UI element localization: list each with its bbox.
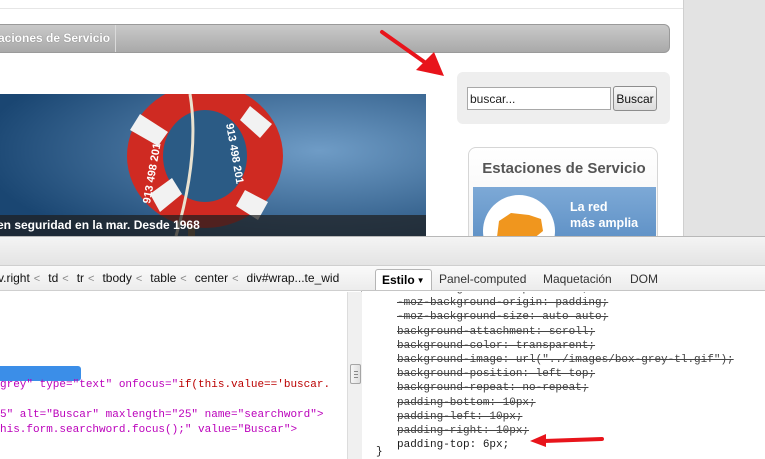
dropdown-caret-icon: ▼ — [416, 276, 425, 285]
breadcrumb-item[interactable]: table — [150, 266, 176, 290]
breadcrumb-item[interactable]: tr — [77, 266, 84, 290]
search-module: Buscar — [457, 72, 670, 124]
breadcrumb-item[interactable]: center — [195, 266, 228, 290]
banner-caption: en seguridad en la mar. Desde 1968 — [0, 215, 426, 236]
annotation-arrow-icon — [380, 30, 444, 76]
hero-banner: 913 498 201 913 498 201 en seguridad en … — [0, 94, 426, 236]
stations-title: Estaciones de Servicio — [482, 160, 646, 177]
css-property-line[interactable]: -moz-background-size: auto auto; — [397, 311, 608, 323]
css-property-line[interactable]: background-image: url("../images/box-gre… — [397, 354, 734, 366]
breadcrumb-separator: < — [232, 273, 239, 285]
breadcrumb-item[interactable]: div#wrap...te_wid — [247, 266, 340, 290]
breadcrumb-separator: < — [88, 273, 95, 285]
tab-maquetacion[interactable]: Maquetación — [543, 269, 612, 290]
tab-estilo-label: Estilo — [382, 273, 415, 287]
html-line-1-attrs: grey" type="text" onfocus=" — [0, 379, 179, 391]
breadcrumb-separator: < — [180, 273, 187, 285]
side-panel-tabs: Estilo ▼ Panel-computed Maquetación DOM — [362, 266, 765, 291]
tab-estilo[interactable]: Estilo ▼ — [375, 269, 432, 290]
css-property-line[interactable]: padding-bottom: 10px; — [397, 397, 536, 409]
css-property-line[interactable]: -moz-background-origin: padding; — [397, 297, 608, 309]
html-line-2-attrs: 5" alt="Buscar" maxlength="25" name="sea… — [0, 409, 324, 421]
stations-promo-text: La red más amplia — [570, 199, 638, 231]
html-source: grey" type="text" onfocus="if(this.value… — [0, 292, 347, 459]
style-panel: Estilo ▼ Panel-computed Maquetación DOM }… — [362, 266, 765, 459]
search-button[interactable]: Buscar — [613, 86, 657, 111]
css-property-line[interactable]: padding-right: 10px; — [397, 425, 529, 437]
spain-map-icon — [483, 195, 555, 236]
website-viewport: aciones de Servicio Buscar — [0, 0, 765, 236]
css-property-line[interactable]: padding-top: 6px; — [397, 439, 509, 451]
nav-item-estaciones[interactable]: aciones de Servicio — [0, 25, 116, 52]
css-property-line[interactable]: -moz-background-clip: border; — [397, 292, 588, 295]
breadcrumb-separator: < — [62, 273, 69, 285]
breadcrumb-item[interactable]: v.right — [0, 266, 30, 290]
top-divider — [0, 8, 683, 9]
devtools-panel: v.right < td < tr < tbody < table < center < div#wra… — [0, 236, 765, 459]
css-property-line[interactable]: background-color: transparent; — [397, 340, 595, 352]
promo-line-2: más amplia — [570, 216, 639, 230]
search-input[interactable] — [467, 87, 611, 110]
css-property-line[interactable]: padding-left: 10px; — [397, 411, 522, 423]
breadcrumb-item[interactable]: td — [48, 266, 58, 290]
main-navbar: aciones de Servicio — [0, 24, 670, 53]
css-property-line[interactable]: background-position: left top; — [397, 368, 595, 380]
page-gutter — [683, 0, 765, 236]
html-line-3[interactable]: his.form.searchword.focus();" value="Bus… — [0, 424, 297, 436]
css-property-line[interactable]: background-repeat: no-repeat; — [397, 382, 588, 394]
html-line-1-value: if(this.value=='buscar. — [178, 379, 331, 391]
css-rule-close-brace: } — [376, 446, 383, 458]
stations-widget[interactable]: Estaciones de Servicio La red más amplia — [468, 147, 658, 236]
dom-breadcrumb: v.right < td < tr < tbody < table < center < div#wra… — [0, 266, 362, 291]
stations-promo[interactable]: La red más amplia — [473, 187, 656, 236]
html-line-1[interactable]: grey" type="text" onfocus="if(this.value… — [0, 379, 330, 391]
html-panel: v.right < td < tr < tbody < table < center < div#wra… — [0, 266, 362, 459]
annotation-arrow-left-icon — [530, 434, 604, 447]
tab-dom[interactable]: DOM — [630, 269, 658, 290]
devtools-toolbar — [0, 236, 765, 266]
breadcrumb-separator: < — [33, 273, 41, 285]
tab-panel-computed[interactable]: Panel-computed — [439, 269, 526, 290]
breadcrumb-separator: < — [135, 273, 143, 285]
html-line-2[interactable]: 5" alt="Buscar" maxlength="25" name="sea… — [0, 409, 323, 421]
breadcrumb-item[interactable]: tbody — [102, 266, 131, 290]
css-property-line[interactable]: background-attachment: scroll; — [397, 326, 595, 338]
promo-line-1: La red — [570, 200, 608, 214]
html-line-3-attrs: his.form.searchword.focus();" value="Bus… — [0, 424, 298, 436]
html-scrollbar[interactable] — [347, 292, 362, 459]
scrollbar-thumb[interactable] — [350, 364, 361, 384]
